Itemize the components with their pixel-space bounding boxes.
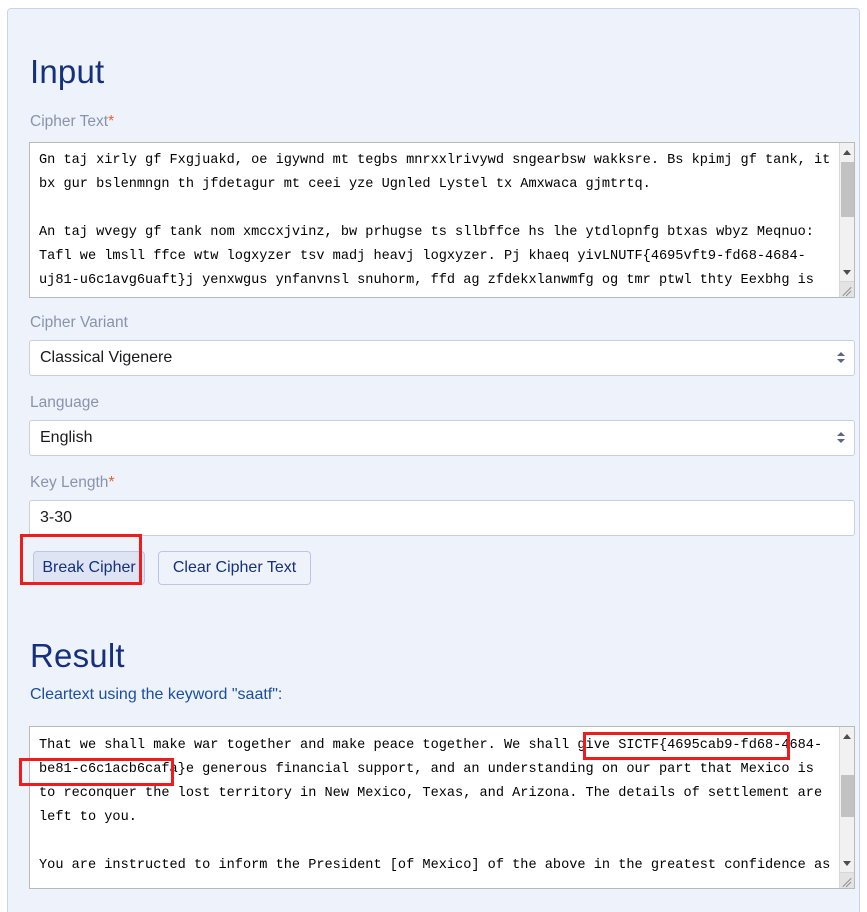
required-asterisk: * xyxy=(108,113,115,130)
break-cipher-button[interactable]: Break Cipher xyxy=(33,551,145,585)
cipher-text-content[interactable]: Gn taj xirly gf Fxgjuakd, oe igywnd mt t… xyxy=(30,143,841,297)
language-label: Language xyxy=(30,394,99,411)
cipher-textarea-resize-grip[interactable] xyxy=(839,281,854,297)
result-textarea[interactable]: In the event of this not succeeding, we … xyxy=(29,726,855,889)
form-panel: Input Cipher Text* Gn taj xirly gf Fxgju… xyxy=(7,8,860,912)
result-scrollbar-thumb[interactable] xyxy=(841,775,854,817)
cipher-textarea-scrollbar[interactable] xyxy=(839,143,854,297)
scroll-up-arrow-icon[interactable] xyxy=(840,145,854,160)
cipher-text-label: Cipher Text* xyxy=(30,113,114,131)
page-root: Input Cipher Text* Gn taj xirly gf Fxgju… xyxy=(0,0,867,912)
key-length-label-text: Key Length xyxy=(30,474,109,491)
cipher-variant-value: Classical Vigenere xyxy=(40,349,173,366)
key-length-input[interactable]: 3-30 xyxy=(29,500,855,536)
language-value: English xyxy=(40,429,93,446)
chevron-updown-icon xyxy=(837,431,846,445)
cipher-variant-select[interactable]: Classical Vigenere xyxy=(29,340,855,376)
result-textarea-scrollbar[interactable] xyxy=(839,727,854,888)
cipher-text-label-text: Cipher Text xyxy=(30,113,109,130)
cipher-text-textarea[interactable]: Gn taj xirly gf Fxgjuakd, oe igywnd mt t… xyxy=(29,142,855,298)
scroll-down-arrow-icon[interactable] xyxy=(840,856,854,871)
result-text-content[interactable]: In the event of this not succeeding, we … xyxy=(30,727,841,871)
result-caption: Cleartext using the keyword "saatf": xyxy=(30,686,283,703)
cipher-variant-label: Cipher Variant xyxy=(30,314,128,331)
chevron-updown-icon xyxy=(837,351,846,365)
scroll-down-arrow-icon[interactable] xyxy=(840,265,854,280)
clear-cipher-text-button[interactable]: Clear Cipher Text xyxy=(158,551,311,585)
key-length-label: Key Length* xyxy=(30,474,114,492)
cipher-scrollbar-thumb[interactable] xyxy=(841,162,854,217)
result-textarea-resize-grip[interactable] xyxy=(839,872,854,888)
scroll-up-arrow-icon[interactable] xyxy=(840,729,854,744)
page-title-result: Result xyxy=(30,637,125,674)
language-select[interactable]: English xyxy=(29,420,855,456)
required-asterisk: * xyxy=(108,474,115,491)
page-title-input: Input xyxy=(30,53,105,90)
